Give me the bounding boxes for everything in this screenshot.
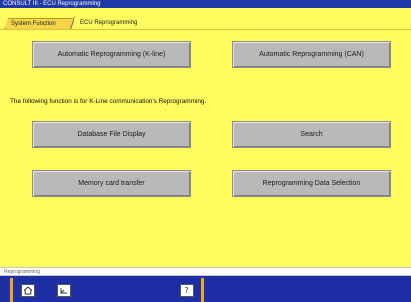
- window-title-bar: CONSULT III - ECU Reprogramming: [0, 0, 411, 8]
- kline-info-text: The following function is for K-Line com…: [10, 98, 207, 105]
- help-button[interactable]: ?: [172, 278, 204, 302]
- search-button[interactable]: Search: [232, 121, 391, 148]
- database-file-display-button[interactable]: Database File Display: [32, 121, 191, 148]
- back-button[interactable]: [48, 278, 80, 302]
- tab-system-function[interactable]: System Function: [4, 18, 76, 29]
- home-button[interactable]: [10, 278, 42, 302]
- bottom-toolbar: ?: [0, 276, 411, 302]
- tab-ecu-reprogramming[interactable]: ECU Reprogramming: [74, 18, 144, 29]
- tab-underline: [0, 29, 411, 30]
- toolbar-slot-4[interactable]: [132, 278, 170, 302]
- auto-reprogram-kline-button[interactable]: Automatic Reprogramming (K-line): [32, 41, 191, 68]
- status-text: Reprogramming: [4, 269, 40, 275]
- memory-card-transfer-button[interactable]: Memory card transfer: [32, 170, 191, 197]
- help-icon: ?: [179, 283, 194, 297]
- help-glyph: ?: [184, 285, 189, 295]
- status-bar: Reprogramming: [0, 267, 411, 276]
- reprogramming-data-selection-button[interactable]: Reprogramming Data Selection: [232, 170, 391, 197]
- home-icon: [20, 283, 35, 297]
- auto-reprogram-can-button[interactable]: Automatic Reprogramming (CAN): [232, 41, 391, 68]
- tab-bar: System Function ECU Reprogramming: [0, 8, 411, 34]
- back-icon: [57, 283, 71, 297]
- toolbar-slot-3[interactable]: [90, 278, 128, 302]
- window-title: CONSULT III - ECU Reprogramming: [3, 1, 101, 7]
